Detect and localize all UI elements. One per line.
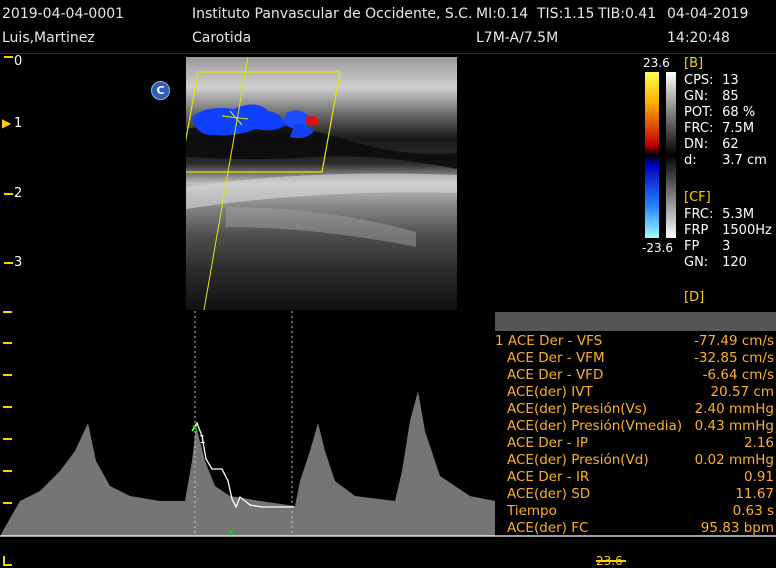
mi-index: MI:0.14 [476, 6, 529, 22]
param-row: GN: 120 [684, 255, 747, 270]
depth-label-0: 0 [14, 54, 23, 69]
param-row: FRP 1500Hz [684, 223, 772, 238]
color-bar-max: 23.6 [643, 56, 670, 70]
d-params-title: [D] [684, 290, 705, 305]
measurements-header-bar [495, 312, 776, 331]
scale-tick [3, 406, 12, 408]
param-row: FRC: 5.3M [684, 207, 755, 222]
measurement-row: ACE(der) Presión(Vmedia) 0.43 mmHg [507, 418, 774, 434]
measurement-row: ACE(der) Presión(Vd) 0.02 mmHg [507, 452, 774, 468]
param-row: FRC: 7.5M [684, 121, 755, 136]
measurement-row: ACE(der) FC 95.83 bpm [507, 520, 774, 536]
scale-tick [3, 311, 12, 313]
measurement-row: Tiempo 0.63 s [507, 503, 774, 519]
header-divider [0, 53, 776, 54]
patient-id: 2019-04-04-0001 [2, 6, 125, 22]
bmode-image[interactable] [186, 57, 457, 310]
scale-tick [3, 342, 12, 344]
depth-tick [4, 193, 13, 195]
patient-name: Luis,Martinez [2, 30, 95, 46]
probe-label: L7M-A/7.5M [476, 30, 559, 46]
param-row: CPS: 13 [684, 73, 739, 88]
scale-tick [3, 470, 12, 472]
time-tick [3, 564, 12, 566]
measurement-row: ACE Der - IR 0.91 [507, 469, 774, 485]
focus-marker-icon[interactable]: ▶ [2, 116, 11, 130]
cursor-label: 1 [199, 433, 206, 446]
b-mode-params-title: [B] [684, 56, 704, 71]
depth-label-3: 3 [14, 255, 23, 270]
param-row: POT: 68 % [684, 105, 756, 120]
scale-tick [3, 438, 12, 440]
param-row: d: 3.7 cm [684, 153, 767, 168]
exam-date: 04-04-2019 [667, 6, 749, 22]
measurement-row: ACE(der) SD 11.67 [507, 486, 774, 502]
scale-tick [3, 374, 12, 376]
tib-index: TIB:0.41 [598, 6, 657, 22]
param-row: DN: 62 [684, 137, 739, 152]
institution-name: Instituto Panvascular de Occidente, S.C. [192, 6, 473, 22]
cf-params-title: [CF] [684, 190, 711, 205]
scale-tick [3, 502, 12, 504]
velocity-color-bar [645, 72, 659, 238]
exam-time: 14:20:48 [667, 30, 730, 46]
measurement-row: ACE Der - VFM -32.85 cm/s [507, 350, 774, 366]
depth-tick [4, 262, 13, 264]
measurement-row: ACE Der - VFD -6.64 cm/s [507, 367, 774, 383]
measurement-row: ACE Der - IP 2.16 [507, 435, 774, 451]
color-bar-min: -23.6 [642, 241, 674, 255]
color-mode-badge[interactable]: C [151, 81, 170, 100]
exam-type: Carotida [192, 30, 252, 46]
depth-label-1: 1 [14, 116, 23, 131]
peak-marker-icon[interactable]: x [192, 421, 199, 434]
depth-scale: 0 ▶ 1 2 3 [0, 54, 60, 310]
b-mode-params: CPS: 13 GN: 85 POT: 68 % FRC: 7.5M DN: 6… [684, 73, 767, 168]
measurement-row: 1 ACE Der - VFS -77.49 cm/s [495, 333, 774, 349]
measurement-row: ACE(der) IVT 20.57 cm [507, 384, 774, 400]
cf-params: FRC: 5.3M FRP 1500Hz FP 3 GN: 120 [684, 207, 772, 270]
measurements-panel: 1 ACE Der - VFS -77.49 cm/s ACE Der - VFM… [495, 333, 776, 537]
param-row: FP 3 [684, 239, 731, 254]
tis-index: TIS:1.15 [537, 6, 595, 22]
measurement-row: ACE(der) Presión(Vs) 2.40 mmHg [507, 401, 774, 417]
depth-tick [4, 56, 13, 58]
gray-map-bar [666, 72, 676, 238]
param-row: GN: 85 [684, 89, 739, 104]
doppler-scale-value: 23.6 [596, 554, 623, 568]
depth-label-2: 2 [14, 186, 23, 201]
end-marker-icon[interactable]: x [228, 525, 235, 538]
